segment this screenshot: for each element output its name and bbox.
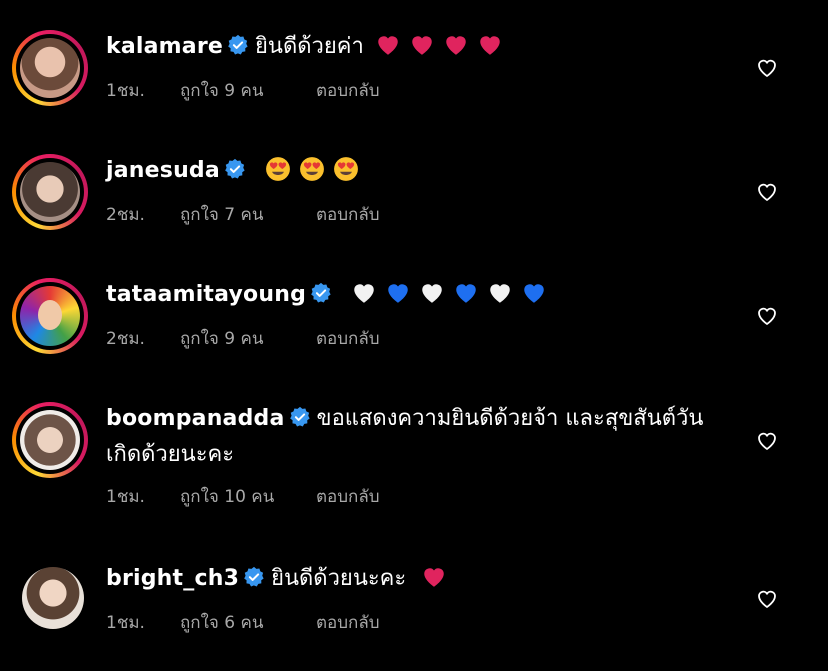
username[interactable]: boompanadda [106,406,285,431]
blue-heart-icon [456,284,476,303]
reply-button[interactable]: ตอบกลับ [316,483,380,510]
username[interactable]: tataamitayoung [106,282,306,307]
verified-badge-icon [228,34,248,55]
username[interactable]: janesuda [106,158,220,183]
likes-count[interactable]: ถูกใจ 7 คน [180,201,316,228]
like-heart-icon[interactable] [754,56,780,80]
verified-badge-icon [225,158,245,179]
comment-text: ยินดีด้วยค่า [255,34,364,59]
red-heart-icon [424,568,444,587]
comment-time: 1ชม. [106,81,145,101]
verified-badge-icon [244,566,264,587]
likes-count[interactable]: ถูกใจ 9 คน [180,325,316,352]
avatar[interactable] [12,154,88,230]
comment-time: 2ชม. [106,205,145,225]
like-heart-icon[interactable] [754,429,780,453]
avatar[interactable] [12,30,88,106]
white-heart-icon [354,284,374,303]
avatar[interactable] [12,557,88,633]
heart-eyes-icon [334,157,358,181]
comment-time: 1ชม. [106,487,145,507]
comment-time: 1ชม. [106,613,145,633]
verified-badge-icon [311,282,331,303]
comment-time: 2ชม. [106,329,145,349]
red-heart-icon [480,36,500,55]
avatar[interactable] [12,278,88,354]
red-heart-icon [378,36,398,55]
reply-button[interactable]: ตอบกลับ [316,609,380,636]
red-heart-icon [412,36,432,55]
likes-count[interactable]: ถูกใจ 10 คน [180,483,316,510]
likes-count[interactable]: ถูกใจ 9 คน [180,77,316,104]
likes-count[interactable]: ถูกใจ 6 คน [180,609,316,636]
like-heart-icon[interactable] [754,587,780,611]
username[interactable]: kalamare [106,34,223,59]
reply-button[interactable]: ตอบกลับ [316,201,380,228]
avatar[interactable] [12,402,88,478]
red-heart-icon [446,36,466,55]
white-heart-icon [490,284,510,303]
heart-eyes-icon [300,157,324,181]
username[interactable]: bright_ch3 [106,566,239,591]
heart-eyes-icon [266,157,290,181]
reply-button[interactable]: ตอบกลับ [316,77,380,104]
blue-heart-icon [388,284,408,303]
like-heart-icon[interactable] [754,304,780,328]
blue-heart-icon [524,284,544,303]
verified-badge-icon [289,406,310,427]
comment-text: ยินดีด้วยนะคะ [271,566,407,591]
white-heart-icon [422,284,442,303]
reply-button[interactable]: ตอบกลับ [316,325,380,352]
like-heart-icon[interactable] [754,180,780,204]
